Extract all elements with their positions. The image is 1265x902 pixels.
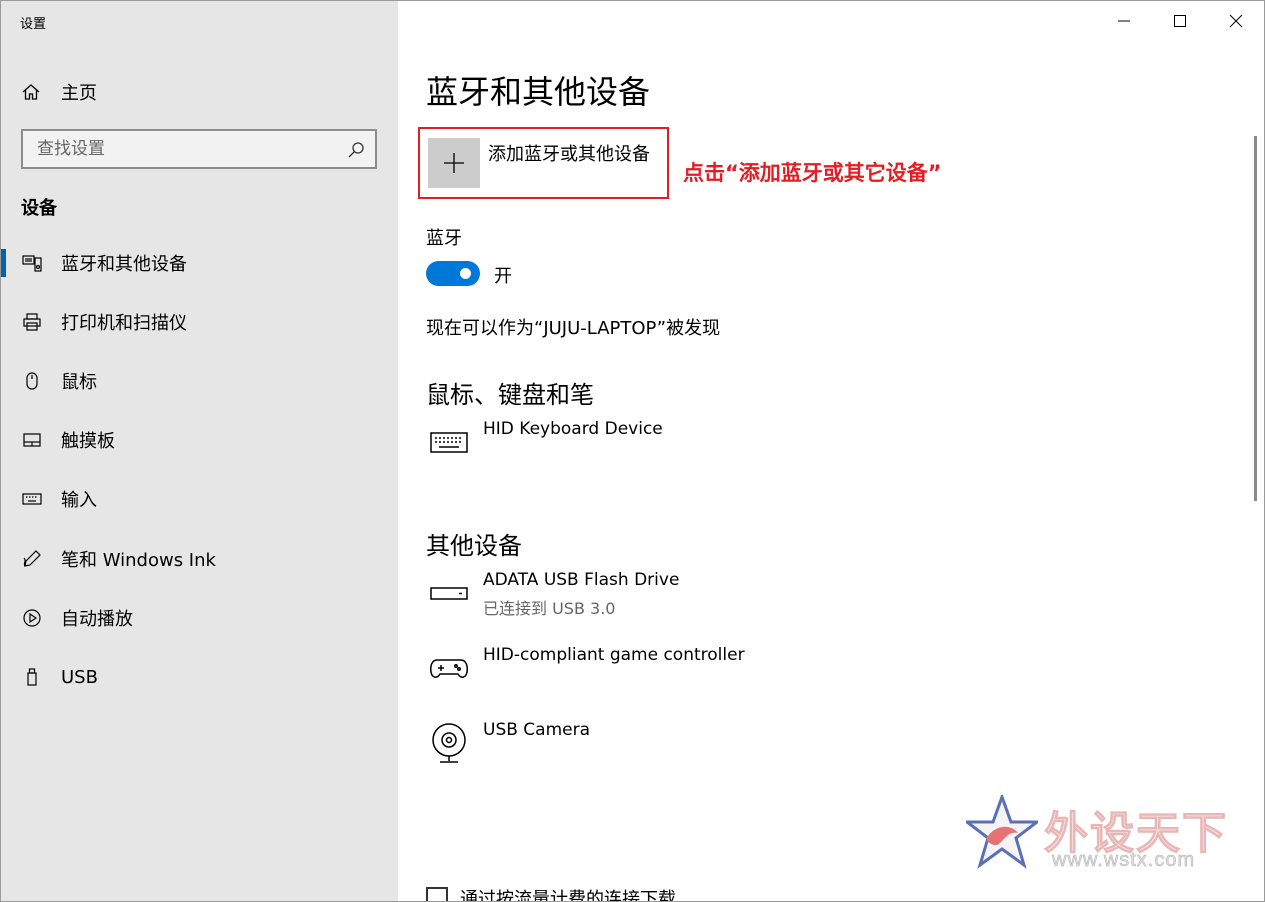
watermark-url: www.wstx.com [1052, 849, 1196, 872]
search-box[interactable] [21, 129, 377, 169]
toggle-knob [460, 268, 471, 279]
device-hid-keyboard[interactable]: HID Keyboard Device [426, 419, 926, 475]
sidebar-item-bluetooth[interactable]: 蓝牙和其他设备 [1, 243, 398, 283]
annotation-text: 点击“添加蓝牙或其它设备” [683, 161, 942, 185]
sidebar-item-label: USB [61, 666, 98, 688]
close-button[interactable] [1208, 1, 1264, 41]
sidebar-item-label: 蓝牙和其他设备 [61, 254, 187, 275]
bluetooth-toggle[interactable] [426, 261, 480, 286]
home-nav-item[interactable]: 主页 [21, 79, 97, 105]
sidebar-item-label: 笔和 Windows Ink [61, 550, 216, 571]
device-name: ADATA USB Flash Drive [483, 570, 680, 590]
home-icon [21, 82, 43, 102]
keyboard-device-icon [426, 419, 472, 465]
sidebar-item-pen[interactable]: 笔和 Windows Ink [1, 539, 398, 579]
mouse-icon [21, 371, 43, 391]
watermark: 外设天下 www.wstx.com [966, 795, 1246, 875]
settings-window: 设置 主页 设备 [0, 0, 1265, 902]
bluetooth-label: 蓝牙 [426, 228, 462, 249]
checkbox-box[interactable] [426, 887, 448, 901]
active-indicator [1, 249, 6, 277]
search-icon[interactable] [347, 141, 365, 159]
add-device-button[interactable] [428, 138, 480, 188]
sidebar-item-usb[interactable]: USB [1, 657, 398, 697]
maximize-button[interactable] [1152, 1, 1208, 41]
metered-checkbox-label: 通过按流量计费的连接下载 [460, 889, 676, 902]
sidebar-item-typing[interactable]: 输入 [1, 479, 398, 519]
highlight-box: 添加蓝牙或其他设备 [418, 127, 669, 199]
search-input[interactable] [23, 139, 333, 159]
sidebar-item-label: 输入 [61, 490, 97, 511]
maximize-icon [1174, 15, 1186, 27]
bluetooth-state: 开 [494, 266, 512, 287]
device-adata-flash-drive[interactable]: ADATA USB Flash Drive 已连接到 USB 3.0 [426, 570, 926, 626]
keyboard-icon [21, 489, 43, 509]
sidebar-item-label: 自动播放 [61, 609, 133, 630]
discoverable-text: 现在可以作为“JUJU-LAPTOP”被发现 [426, 318, 721, 339]
sidebar-item-mouse[interactable]: 鼠标 [1, 361, 398, 401]
sidebar-item-label: 打印机和扫描仪 [61, 313, 187, 334]
device-name: HID Keyboard Device [483, 419, 663, 439]
close-icon [1229, 14, 1243, 28]
sidebar-item-label: 触摸板 [61, 431, 115, 452]
group-title-input-devices: 鼠标、键盘和笔 [426, 381, 594, 409]
touchpad-icon [21, 430, 43, 450]
bluetooth-devices-icon [21, 253, 43, 273]
minimize-icon [1118, 20, 1130, 22]
gamepad-icon [426, 645, 472, 691]
star-logo-icon [966, 795, 1038, 869]
group-title-other-devices: 其他设备 [426, 532, 522, 560]
pen-icon [21, 549, 43, 569]
usb-icon [21, 667, 43, 687]
section-title: 设备 [21, 198, 57, 219]
device-usb-camera[interactable]: USB Camera [426, 720, 926, 776]
home-label: 主页 [61, 83, 97, 104]
flash-drive-icon [426, 570, 472, 616]
plus-icon [444, 153, 464, 173]
device-name: HID-compliant game controller [483, 645, 745, 665]
sidebar-item-touchpad[interactable]: 触摸板 [1, 420, 398, 460]
autoplay-icon [21, 608, 43, 628]
sidebar: 设置 主页 设备 [1, 1, 398, 901]
sidebar-item-printers[interactable]: 打印机和扫描仪 [1, 302, 398, 342]
app-title: 设置 [20, 17, 47, 32]
device-name: USB Camera [483, 720, 591, 740]
device-game-controller[interactable]: HID-compliant game controller [426, 645, 926, 701]
sidebar-item-autoplay[interactable]: 自动播放 [1, 598, 398, 638]
camera-icon [426, 720, 472, 766]
scrollbar-thumb[interactable] [1254, 136, 1257, 501]
printer-icon [21, 312, 43, 332]
device-status: 已连接到 USB 3.0 [483, 599, 616, 618]
metered-download-checkbox[interactable]: 通过按流量计费的连接下载 [426, 885, 676, 902]
minimize-button[interactable] [1096, 1, 1152, 41]
add-device-label[interactable]: 添加蓝牙或其他设备 [488, 140, 650, 166]
page-title: 蓝牙和其他设备 [426, 73, 651, 111]
sidebar-item-label: 鼠标 [61, 372, 97, 393]
main-content: 蓝牙和其他设备 添加蓝牙或其他设备 点击“添加蓝牙或其它设备” 蓝牙 开 现在可… [398, 1, 1264, 902]
